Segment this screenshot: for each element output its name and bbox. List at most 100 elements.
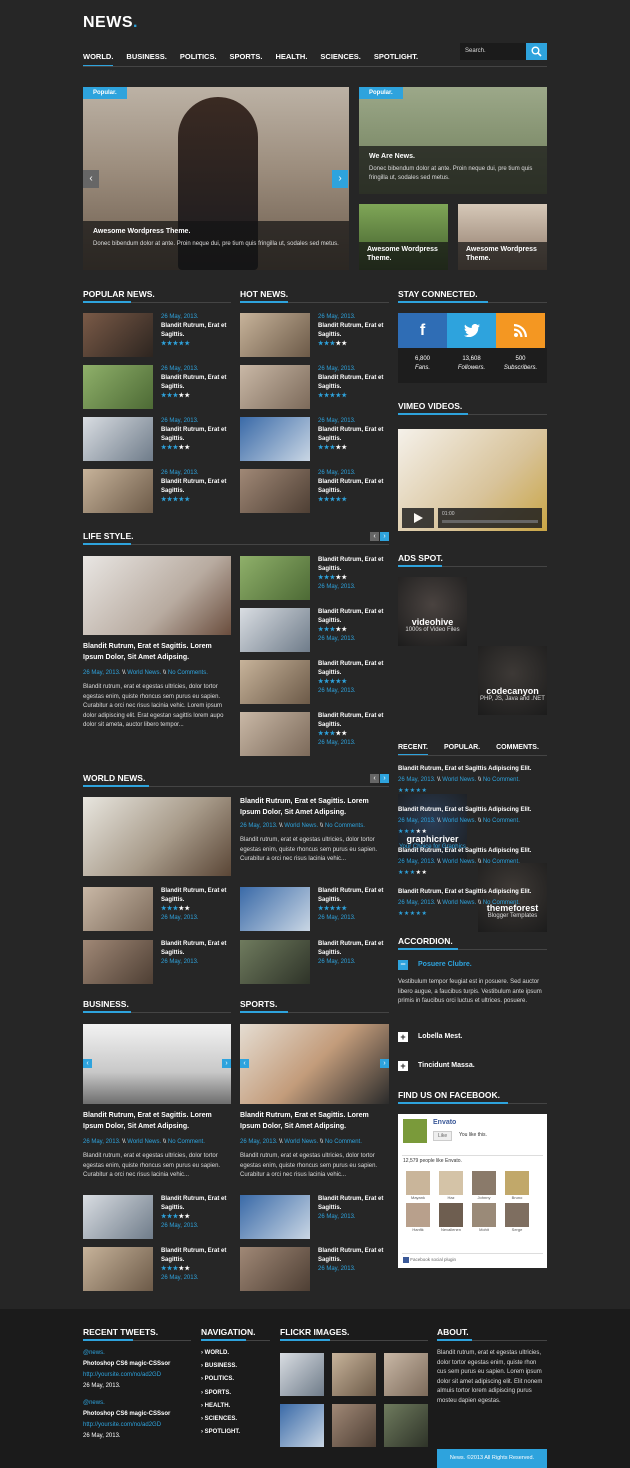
sports-prev-button[interactable]: ‹ [240,1059,249,1068]
nav-sciences[interactable]: SCIENCES. [320,52,360,67]
lifestyle-thumbnail[interactable] [240,556,310,600]
item-title[interactable]: Blandit Rutrum, Erat et Sagittis. [318,1195,389,1213]
tweet-user[interactable]: @news. [83,1398,193,1409]
flickr-thumbnail[interactable] [384,1404,428,1447]
accordion-open-title[interactable]: Posuere Clubre. [418,961,472,968]
popular-news-thumbnail[interactable] [83,365,153,409]
item-title[interactable]: Blandit Rutrum, Erat et Sagittis. [318,374,389,392]
slider-next-button[interactable]: › [332,170,348,188]
item-title[interactable]: Blandit Rutrum, Erat et Sagittis. [318,660,389,678]
footer-nav-link[interactable]: POLITICS. [201,1373,240,1386]
lifestyle-prev-button[interactable]: ‹ [370,532,379,541]
flickr-thumbnail[interactable] [280,1404,324,1447]
world-news-item[interactable]: Blandit Rutrum, Erat et Sagittis. ★★★★★ 26… [83,887,231,931]
hot-news-thumbnail[interactable] [240,469,310,513]
recent-post[interactable]: Blandit Rutrum, Erat et Sagittis Adipisc… [398,887,547,928]
video-play-button[interactable] [402,508,434,528]
lifestyle-featured-image[interactable] [83,556,231,635]
lifestyle-item[interactable]: Blandit Rutrum, Erat et Sagittis. ★★★★★ 26… [240,608,389,652]
popular-news-thumbnail[interactable] [83,469,153,513]
plus-icon[interactable]: + [398,1032,408,1042]
accordion-item-tincidunt[interactable]: Tincidunt Massa. [418,1062,475,1069]
world-news-thumbnail[interactable] [240,887,310,931]
business-next-button[interactable]: › [222,1059,231,1068]
recent-post-title[interactable]: Blandit Rutrum, Erat et Sagittis Adipisc… [398,764,547,775]
recent-post-title[interactable]: Blandit Rutrum, Erat et Sagittis Adipisc… [398,805,547,816]
tweet-user[interactable]: @news. [83,1348,193,1359]
world-news-item[interactable]: Blandit Rutrum, Erat et Sagittis. 26 May,… [240,940,389,984]
facebook-fan[interactable]: Mohit [472,1203,496,1232]
facebook-like-button[interactable]: Like [433,1131,453,1141]
minus-icon[interactable]: − [398,960,408,970]
item-title[interactable]: Blandit Rutrum, Erat et Sagittis. [161,940,231,958]
sports-headline[interactable]: Blandit Rutrum, Erat et Sagittis. Lorem … [240,1111,389,1132]
tile-1[interactable]: Awesome Wordpress Theme. [359,204,448,270]
item-title[interactable]: Blandit Rutrum, Erat et Sagittis. [318,712,389,730]
nav-sports[interactable]: SPORTS. [230,52,263,67]
business-featured-image[interactable]: ‹ › [83,1024,231,1104]
item-title[interactable]: Blandit Rutrum, Erat et Sagittis. [161,1247,231,1265]
footer-nav-link[interactable]: SPOTLIGHT. [201,1426,240,1439]
sports-item[interactable]: Blandit Rutrum, Erat et Sagittis. 26 May,… [240,1195,389,1239]
sports-featured-image[interactable]: ‹ › [240,1024,389,1104]
recent-post[interactable]: Blandit Rutrum, Erat et Sagittis Adipisc… [398,764,547,805]
lifestyle-next-button[interactable]: › [380,532,389,541]
business-item[interactable]: Blandit Rutrum, Erat et Sagittis. ★★★★★ 26… [83,1247,231,1291]
facebook-icon[interactable]: f [398,313,447,348]
item-title[interactable]: Blandit Rutrum, Erat et Sagittis. [161,426,231,444]
item-title[interactable]: Blandit Rutrum, Erat et Sagittis. [161,887,231,905]
popular-news-item[interactable]: 26 May, 2013. Blandit Rutrum, Erat et Sag… [83,469,231,513]
search-button[interactable] [526,43,547,60]
sports-thumbnail[interactable] [240,1247,310,1291]
world-news-headline[interactable]: Blandit Rutrum, Erat et Sagittis. Lorem … [240,797,389,818]
ad-videohive[interactable]: videohive 1000s of Video Files [398,577,467,646]
footer-nav-link[interactable]: SPORTS. [201,1387,240,1400]
hot-news-thumbnail[interactable] [240,417,310,461]
vimeo-player[interactable]: 01:00 [398,429,547,531]
hot-news-item[interactable]: 26 May, 2013. Blandit Rutrum, Erat et Sag… [240,417,389,461]
plus-icon[interactable]: + [398,1061,408,1071]
rss-icon[interactable] [496,313,545,348]
popular-box[interactable]: Popular. We Are News. Donec bibendum dolo… [359,87,547,194]
footer-nav-link[interactable]: HEALTH. [201,1400,240,1413]
item-title[interactable]: Blandit Rutrum, Erat et Sagittis. [318,478,389,496]
site-logo[interactable]: NEWS. [83,14,138,32]
lifestyle-thumbnail[interactable] [240,712,310,756]
popular-news-item[interactable]: 26 May, 2013. Blandit Rutrum, Erat et Sag… [83,365,231,409]
tile-2[interactable]: Awesome Wordpress Theme. [458,204,547,270]
item-title[interactable]: Blandit Rutrum, Erat et Sagittis. [318,1247,389,1265]
lifestyle-thumbnail[interactable] [240,660,310,704]
item-title[interactable]: Blandit Rutrum, Erat et Sagittis. [318,556,389,574]
business-thumbnail[interactable] [83,1195,153,1239]
twitter-icon[interactable] [447,313,496,348]
envato-avatar[interactable] [403,1119,427,1143]
item-title[interactable]: Blandit Rutrum, Erat et Sagittis. [318,887,389,905]
business-thumbnail[interactable] [83,1247,153,1291]
lifestyle-item[interactable]: Blandit Rutrum, Erat et Sagittis. ★★★★★ 26… [240,556,389,600]
popular-news-item[interactable]: 26 May, 2013. Blandit Rutrum, Erat et Sag… [83,313,231,357]
business-headline[interactable]: Blandit Rutrum, Erat et Sagittis. Lorem … [83,1111,231,1132]
accordion-item-lobella[interactable]: Lobella Mest. [418,1033,462,1040]
item-title[interactable]: Blandit Rutrum, Erat et Sagittis. [161,478,231,496]
nav-health[interactable]: HEALTH. [275,52,307,67]
footer-nav-link[interactable]: BUSINESS. [201,1360,240,1373]
recent-post[interactable]: Blandit Rutrum, Erat et Sagittis Adipisc… [398,805,547,846]
flickr-thumbnail[interactable] [280,1353,324,1396]
item-title[interactable]: Blandit Rutrum, Erat et Sagittis. [161,374,231,392]
hot-news-item[interactable]: 26 May, 2013. Blandit Rutrum, Erat et Sag… [240,313,389,357]
ad-codecanyon[interactable]: codecanyon PHP, JS, Java and .NET [478,646,547,715]
world-news-featured-image[interactable] [83,797,231,876]
sports-thumbnail[interactable] [240,1195,310,1239]
facebook-fan[interactable]: Mayank [406,1171,430,1200]
item-title[interactable]: Blandit Rutrum, Erat et Sagittis. [161,1195,231,1213]
hot-news-item[interactable]: 26 May, 2013. Blandit Rutrum, Erat et Sag… [240,365,389,409]
lifestyle-item[interactable]: Blandit Rutrum, Erat et Sagittis. ★★★★★ 26… [240,712,389,756]
recent-post[interactable]: Blandit Rutrum, Erat et Sagittis Adipisc… [398,846,547,887]
facebook-fan[interactable]: Bruno [505,1171,529,1200]
flickr-thumbnail[interactable] [332,1353,376,1396]
video-controls[interactable]: 01:00 [438,508,542,528]
business-prev-button[interactable]: ‹ [83,1059,92,1068]
business-item[interactable]: Blandit Rutrum, Erat et Sagittis. ★★★★★ 26… [83,1195,231,1239]
tweet-link[interactable]: http://yoursite.com/no/ad2GD [83,1420,193,1431]
world-news-item[interactable]: Blandit Rutrum, Erat et Sagittis. 26 May,… [83,940,231,984]
